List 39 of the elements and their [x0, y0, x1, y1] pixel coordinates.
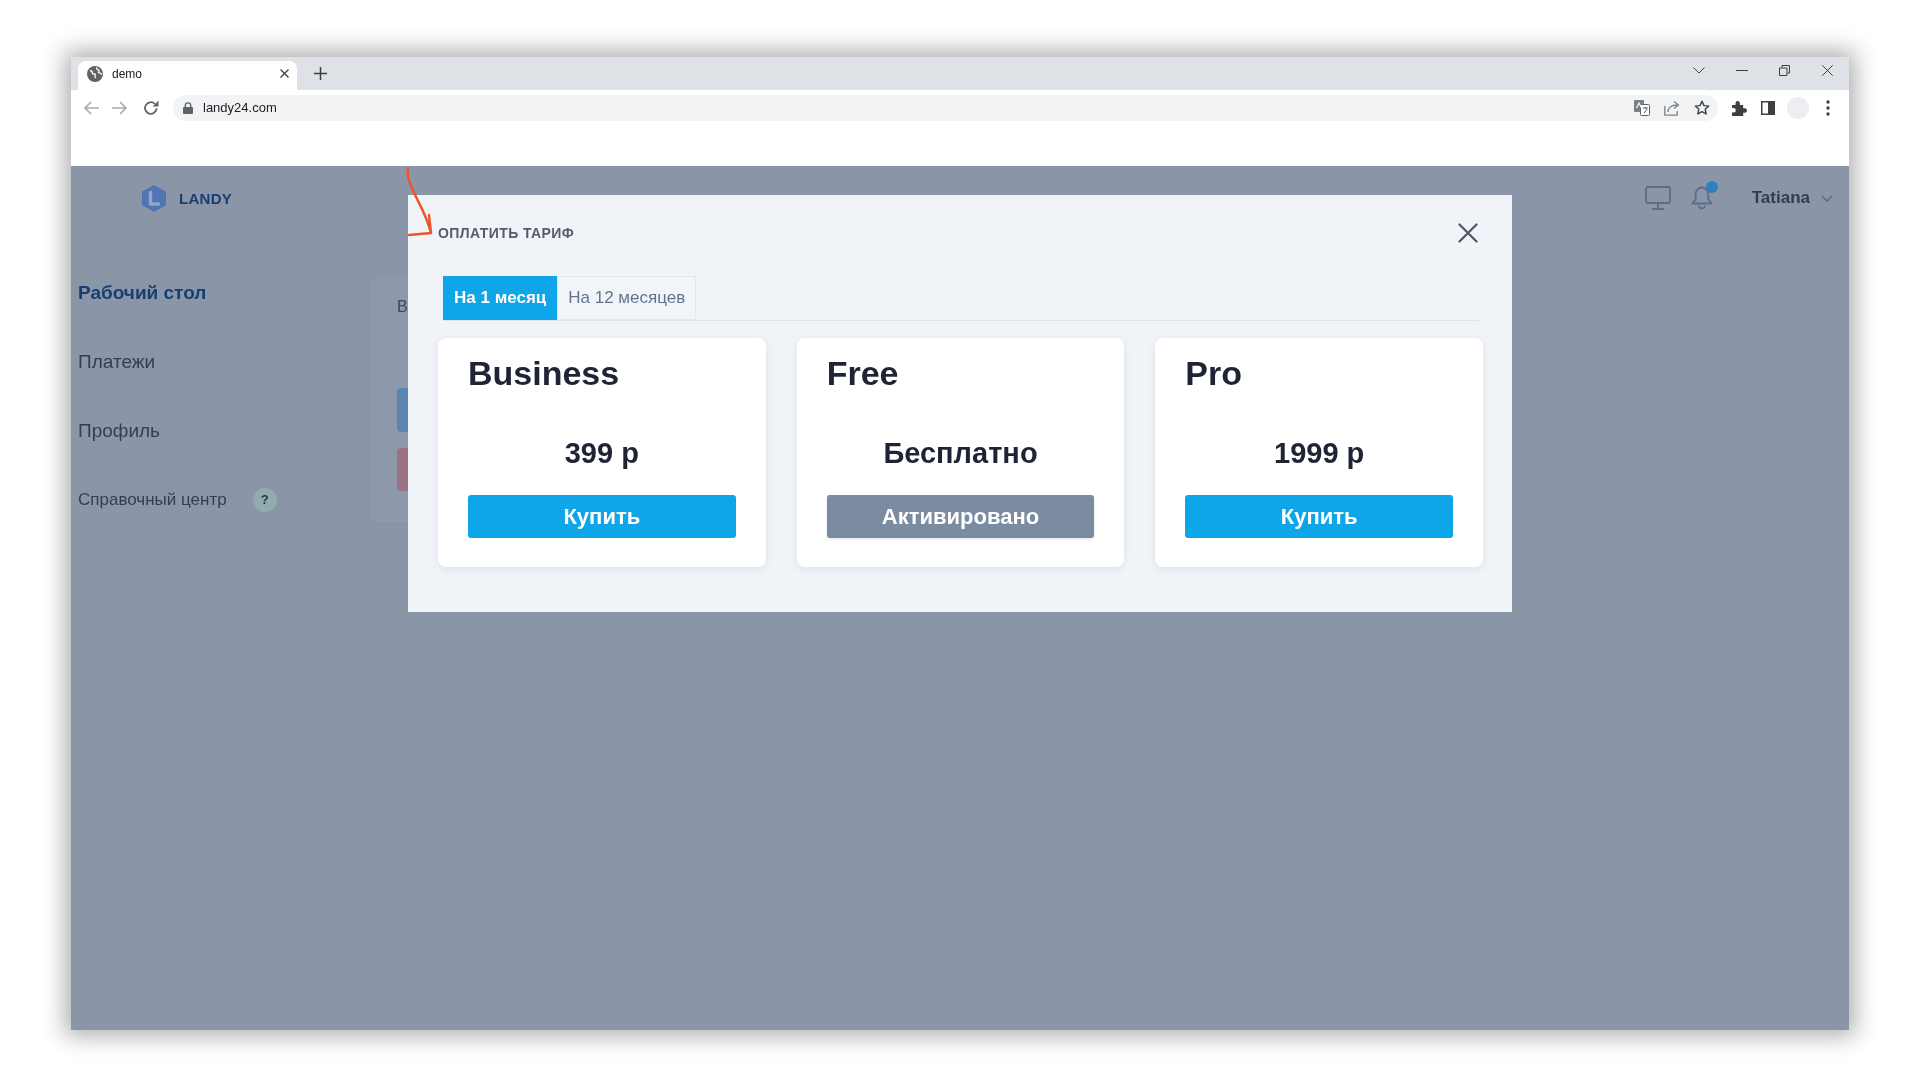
- period-tab[interactable]: На 1 месяц: [443, 276, 558, 320]
- buy-button[interactable]: Купить: [468, 495, 736, 538]
- close-icon[interactable]: [1458, 223, 1478, 243]
- restore-icon[interactable]: [1779, 64, 1790, 76]
- logo-icon: [142, 184, 166, 212]
- url-text: landy24.com: [203, 100, 277, 115]
- user-name[interactable]: Tatiana: [1751, 188, 1810, 208]
- period-tab[interactable]: На 12 месяцев: [557, 276, 697, 320]
- plan-price: 1999 р: [1274, 436, 1365, 470]
- side-panel-icon[interactable]: [1761, 100, 1775, 115]
- chevron-down-icon[interactable]: [1692, 66, 1705, 74]
- plan-name: Business: [468, 353, 620, 393]
- reload-icon[interactable]: [143, 99, 159, 116]
- browser-tab[interactable]: demo: [78, 61, 297, 90]
- help-badge: ?: [252, 488, 277, 512]
- more-menu-icon[interactable]: [1826, 99, 1830, 116]
- close-icon[interactable]: [280, 69, 289, 78]
- buy-button[interactable]: Купить: [1185, 495, 1453, 538]
- share-icon[interactable]: [1664, 99, 1680, 116]
- logo-text: LANDY: [179, 189, 233, 207]
- plus-icon[interactable]: [314, 67, 327, 80]
- address-bar[interactable]: landy24.com: [173, 94, 1718, 121]
- dialog-title: ОПЛАТИТЬ ТАРИФ: [438, 225, 575, 241]
- puzzle-icon[interactable]: [1731, 99, 1747, 116]
- close-icon[interactable]: [1822, 64, 1833, 76]
- star-icon[interactable]: [1694, 99, 1710, 116]
- plan-price: 399 р: [564, 436, 639, 470]
- card-title: В: [397, 298, 408, 316]
- sidebar-link[interactable]: Справочный центр ?: [78, 488, 277, 512]
- sidebar-link[interactable]: Платежи: [78, 350, 156, 374]
- minimize-icon[interactable]: [1735, 69, 1748, 71]
- plan-price: Бесплатно: [883, 436, 1038, 470]
- globe-icon: [87, 65, 103, 82]
- lock-icon: [183, 101, 193, 114]
- plan-name: Pro: [1185, 353, 1242, 393]
- plan-name: Free: [826, 353, 899, 393]
- translate-icon[interactable]: [1634, 99, 1650, 116]
- sidebar-link[interactable]: Рабочий стол: [78, 281, 207, 305]
- sidebar-link[interactable]: Профиль: [78, 419, 161, 443]
